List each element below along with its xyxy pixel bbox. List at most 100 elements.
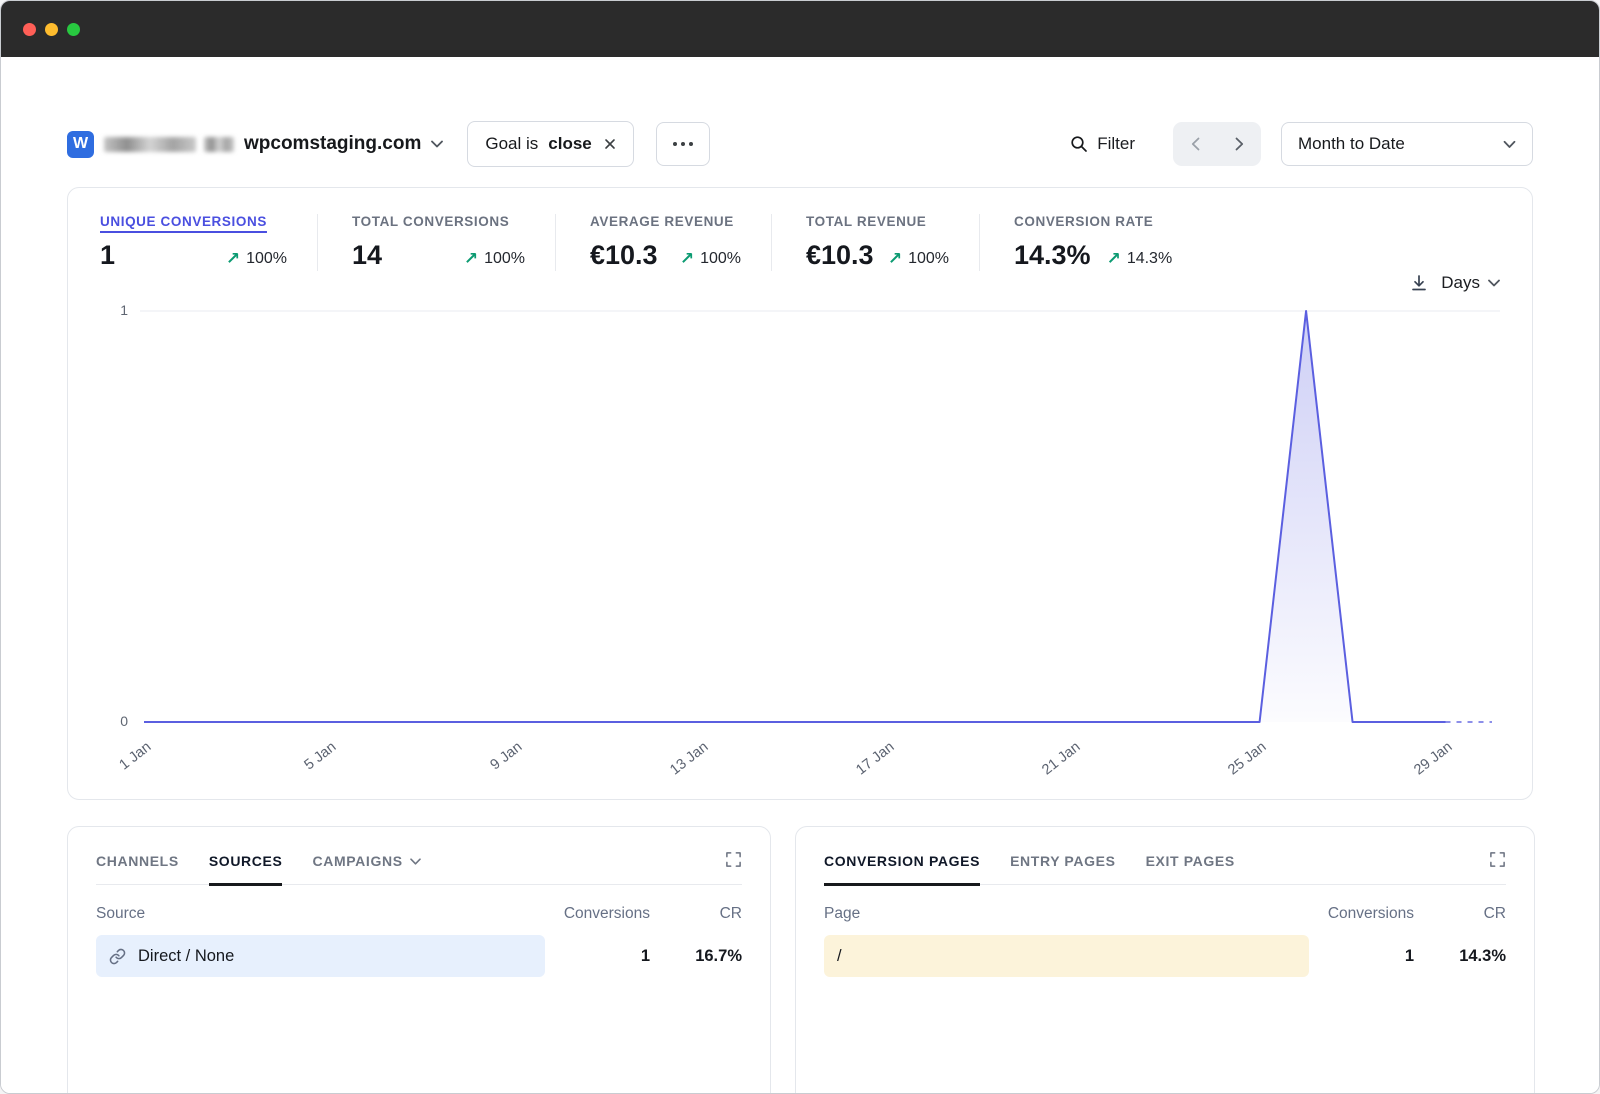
column-conversions: Conversions [545,905,650,923]
page-cr: 14.3% [1414,947,1506,966]
chevron-right-icon [1235,137,1244,151]
tab-label: CAMPAIGNS [312,853,402,869]
expand-panel-button[interactable] [725,851,742,868]
metric-total-conversions[interactable]: TOTAL CONVERSIONS 14 ↗ 100% [317,214,555,271]
top-bar: W wpcomstaging.com Goal is close [67,121,1533,167]
chart-toolbar: Days [100,273,1500,293]
close-window-button[interactable] [23,23,36,36]
ellipsis-icon [689,142,693,146]
column-page: Page [824,905,1309,923]
expand-panel-button[interactable] [1489,851,1506,868]
granularity-dropdown[interactable]: Days [1441,273,1500,293]
ellipsis-icon [681,142,685,146]
y-axis-label: 0 [100,713,128,729]
source-conversions: 1 [545,947,650,966]
pages-tabs: CONVERSION PAGES ENTRY PAGES EXIT PAGES [824,849,1506,885]
metric-value: €10.3 [806,240,874,271]
sources-tabs: CHANNELS SOURCES CAMPAIGNS [96,849,742,885]
chevron-down-icon [410,858,421,865]
metric-change: ↗ 100% [464,249,525,269]
x-axis-labels: 1 Jan5 Jan9 Jan13 Jan17 Jan21 Jan25 Jan2… [140,727,1500,783]
tab-label: CONVERSION PAGES [824,853,980,869]
tab-exit-pages[interactable]: EXIT PAGES [1146,849,1235,886]
close-icon [604,138,616,150]
minimize-window-button[interactable] [45,23,58,36]
metric-change: ↗ 100% [680,249,741,269]
metric-label: CONVERSION RATE [1014,214,1172,229]
previous-period-button[interactable] [1173,122,1217,166]
download-button[interactable] [1409,273,1429,293]
metric-average-revenue[interactable]: AVERAGE REVENUE €10.3 ↗ 100% [555,214,771,271]
filter-button[interactable]: Filter [1070,134,1135,154]
wordpress-logo-icon: W [67,131,94,158]
tab-conversion-pages[interactable]: CONVERSION PAGES [824,849,980,886]
trend-up-icon: ↗ [680,249,694,269]
page-path: / [837,947,842,966]
chart-plot [140,295,1500,727]
column-source: Source [96,905,545,923]
page-conversions: 1 [1309,947,1414,966]
metric-value: 1 [100,240,115,271]
metric-change: ↗ 14.3% [1107,249,1173,269]
metrics-row: UNIQUE CONVERSIONS 1 ↗ 100% TOTAL CONVER… [100,214,1500,271]
fullscreen-icon [725,851,742,868]
metric-unique-conversions[interactable]: UNIQUE CONVERSIONS 1 ↗ 100% [100,214,317,271]
pages-panel: CONVERSION PAGES ENTRY PAGES EXIT PAGES … [795,826,1535,1094]
tab-channels[interactable]: CHANNELS [96,849,179,886]
source-row[interactable]: Direct / None 1 16.7% [96,935,742,977]
link-icon [109,948,126,965]
metric-total-revenue[interactable]: TOTAL REVENUE €10.3 ↗ 100% [771,214,979,271]
period-navigation [1173,122,1261,166]
site-picker-dropdown[interactable]: W wpcomstaging.com [67,131,443,158]
tab-label: ENTRY PAGES [1010,853,1115,869]
next-period-button[interactable] [1217,122,1261,166]
goal-filter-value: close [548,134,591,154]
metric-change-value: 100% [908,250,949,268]
conversions-card: UNIQUE CONVERSIONS 1 ↗ 100% TOTAL CONVER… [67,187,1533,800]
metric-value: 14 [352,240,382,271]
more-options-button[interactable] [656,122,710,166]
site-domain-label: wpcomstaging.com [244,133,421,155]
ellipsis-icon [673,142,677,146]
chevron-down-icon [431,140,443,148]
window-titlebar [1,1,1599,57]
page-row[interactable]: / 1 14.3% [824,935,1506,977]
tab-entry-pages[interactable]: ENTRY PAGES [1010,849,1115,886]
metric-change: ↗ 100% [888,249,949,269]
conversions-chart-area: 1 0 [100,295,1500,727]
column-cr: CR [650,905,742,923]
tab-sources[interactable]: SOURCES [209,849,283,886]
metric-change: ↗ 100% [226,249,287,269]
goal-filter-chip[interactable]: Goal is close [467,121,633,167]
filter-label: Filter [1097,134,1135,154]
search-icon [1070,135,1088,153]
column-cr: CR [1414,905,1506,923]
download-icon [1409,273,1429,293]
analytics-page: W wpcomstaging.com Goal is close [1,57,1599,1094]
metric-change-value: 100% [484,250,525,268]
metric-label: TOTAL REVENUE [806,214,949,229]
granularity-label: Days [1441,273,1480,293]
metric-label: TOTAL CONVERSIONS [352,214,525,229]
tab-campaigns[interactable]: CAMPAIGNS [312,849,420,886]
trend-up-icon: ↗ [226,249,240,269]
metric-label: UNIQUE CONVERSIONS [100,214,287,229]
tab-label: EXIT PAGES [1146,853,1235,869]
date-range-dropdown[interactable]: Month to Date [1281,122,1533,166]
metric-change-value: 100% [246,250,287,268]
metric-change-value: 100% [700,250,741,268]
sources-panel: CHANNELS SOURCES CAMPAIGNS [67,826,771,1094]
chevron-down-icon [1503,140,1516,149]
tab-label: SOURCES [209,853,283,869]
zoom-window-button[interactable] [67,23,80,36]
pages-table-header: Page Conversions CR [824,905,1506,923]
trend-up-icon: ↗ [464,249,478,269]
bottom-panels: CHANNELS SOURCES CAMPAIGNS [67,826,1533,1094]
metric-conversion-rate[interactable]: CONVERSION RATE 14.3% ↗ 14.3% [979,214,1202,271]
trend-up-icon: ↗ [1107,249,1121,269]
goal-filter-label: Goal is [485,134,538,154]
metric-label: AVERAGE REVENUE [590,214,741,229]
conversions-chart [140,295,1500,727]
remove-filter-button[interactable] [604,138,616,150]
source-name: Direct / None [138,947,234,966]
